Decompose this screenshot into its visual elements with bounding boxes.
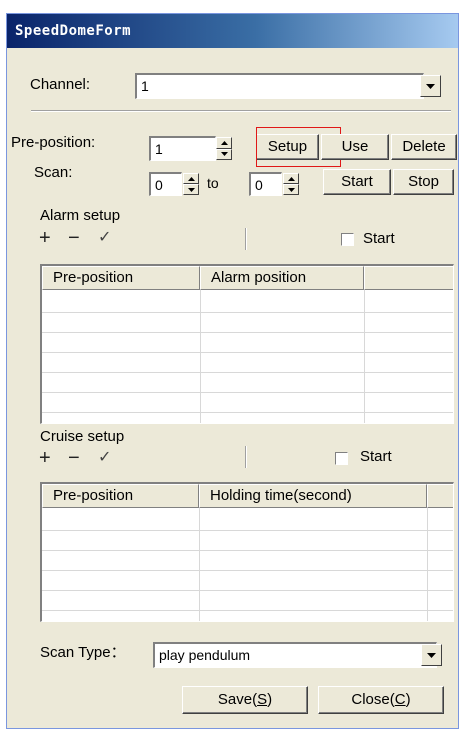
scan-to-spinner[interactable] [283, 173, 299, 195]
column-divider [200, 290, 201, 423]
alarm-setup-title: Alarm setup [40, 207, 121, 224]
title-bar[interactable]: SpeedDomeForm [7, 14, 458, 48]
scan-stop-button[interactable]: Stop [393, 169, 454, 195]
cruise-col-preposition[interactable]: Pre-position [42, 484, 199, 508]
scan-to-input[interactable]: 0 [249, 172, 282, 196]
table-row[interactable] [42, 550, 453, 551]
close-button[interactable]: Close(C) [318, 686, 444, 714]
channel-dropdown-button[interactable] [420, 75, 441, 97]
confirm-icon[interactable]: ✓ [98, 448, 111, 468]
column-divider [364, 290, 365, 423]
close-shortcut-key: C [394, 691, 406, 708]
cruise-setup-title: Cruise setup [40, 428, 125, 445]
table-row[interactable] [42, 312, 453, 313]
channel-label: Channel: [30, 76, 91, 93]
scan-to-value: 0 [255, 177, 263, 193]
scan-to-label: to [207, 175, 219, 191]
preposition-label: Pre-position: [11, 134, 96, 151]
save-text-end: ) [267, 691, 273, 708]
table-row[interactable] [42, 392, 453, 393]
cruise-col-filler [427, 484, 453, 508]
alarm-col-alarm-position[interactable]: Alarm position [200, 266, 364, 290]
table-row[interactable] [42, 412, 453, 413]
save-text: Save( [217, 691, 258, 708]
add-icon[interactable]: + [39, 228, 51, 248]
window-title: SpeedDomeForm [15, 23, 132, 39]
alarm-toolbar-divider [245, 228, 247, 250]
table-row[interactable] [42, 352, 453, 353]
spin-down-icon[interactable] [216, 148, 232, 160]
scan-type-dropdown-button[interactable] [421, 644, 442, 666]
confirm-icon[interactable]: ✓ [98, 228, 111, 248]
preposition-value: 1 [155, 141, 163, 157]
alarm-col-filler [364, 266, 453, 290]
chevron-down-icon [426, 83, 435, 89]
preposition-input[interactable]: 1 [149, 136, 216, 161]
alarm-start-label: Start [363, 230, 395, 247]
spin-down-icon[interactable] [283, 184, 299, 195]
close-text: Close( [351, 691, 395, 708]
spin-up-icon[interactable] [283, 173, 299, 184]
scan-label: Scan: [34, 164, 73, 181]
chevron-down-icon [427, 652, 436, 658]
scan-from-value: 0 [155, 177, 163, 193]
table-row[interactable] [42, 590, 453, 591]
spin-down-icon[interactable] [183, 184, 199, 195]
remove-icon[interactable]: − [68, 448, 80, 468]
cruise-toolbar-divider [245, 446, 247, 468]
scan-type-select[interactable]: play pendulum [153, 642, 437, 668]
table-row[interactable] [42, 530, 453, 531]
add-icon[interactable]: + [39, 448, 51, 468]
alarm-start-checkbox[interactable] [341, 233, 354, 246]
channel-value: 1 [141, 78, 149, 94]
channel-select[interactable]: 1 [135, 73, 424, 99]
delete-button[interactable]: Delete [391, 134, 457, 160]
scan-start-button[interactable]: Start [323, 169, 391, 195]
scan-from-input[interactable]: 0 [149, 172, 182, 196]
speed-dome-form-window: SpeedDomeForm Channel: 1 Pre-position: 1… [6, 13, 459, 729]
cruise-table[interactable]: Pre-position Holding time(second) [40, 482, 454, 622]
preposition-spinner[interactable] [216, 137, 232, 160]
cruise-start-checkbox[interactable] [335, 452, 348, 465]
table-row[interactable] [42, 610, 453, 611]
column-divider [199, 508, 200, 621]
remove-icon[interactable]: − [68, 228, 80, 248]
spin-up-icon[interactable] [183, 173, 199, 184]
table-row[interactable] [42, 372, 453, 373]
close-text-end: ) [405, 691, 411, 708]
cruise-col-holding-time[interactable]: Holding time(second) [199, 484, 427, 508]
table-row[interactable] [42, 332, 453, 333]
scan-type-value: play pendulum [159, 647, 251, 663]
scan-from-spinner[interactable] [183, 173, 199, 195]
alarm-table[interactable]: Pre-position Alarm position [40, 264, 454, 424]
column-divider [427, 508, 428, 621]
alarm-col-preposition[interactable]: Pre-position [42, 266, 200, 290]
table-row[interactable] [42, 570, 453, 571]
scan-type-label: Scan Type： [40, 644, 126, 661]
use-button[interactable]: Use [321, 134, 389, 160]
cruise-start-label: Start [360, 448, 392, 465]
top-separator [31, 110, 451, 112]
save-button[interactable]: Save(S) [182, 686, 308, 714]
spin-up-icon[interactable] [216, 137, 232, 149]
save-shortcut-key: S [257, 691, 268, 708]
